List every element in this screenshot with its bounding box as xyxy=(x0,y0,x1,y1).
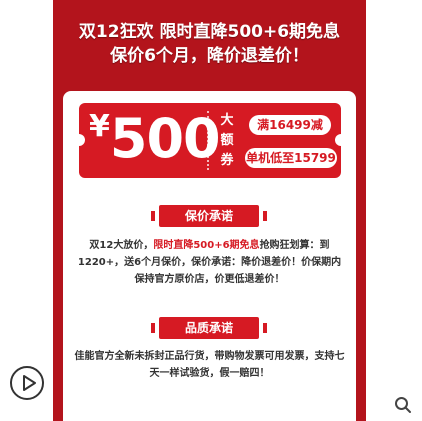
low-price-tag: 单机低至15799 xyxy=(245,148,337,168)
coupon-vertical-label: 大 额 券 xyxy=(219,111,235,171)
coupon-condition-tag: 满16499减 xyxy=(249,115,331,135)
price-guarantee-title: 保价承诺 xyxy=(151,205,267,227)
coupon-value: 500 xyxy=(109,107,221,170)
search-button[interactable] xyxy=(394,396,412,414)
coupon-amount: ¥500 xyxy=(89,107,221,170)
coupon-notch-left xyxy=(73,134,85,146)
coupon: ¥500 大 额 券 满16499减 单机低至15799 xyxy=(73,103,347,178)
coupon-vertical-char: 额 xyxy=(220,133,234,148)
currency-symbol: ¥ xyxy=(89,109,110,144)
play-button[interactable] xyxy=(10,366,44,400)
coupon-notch-right xyxy=(335,134,347,146)
coupon-vertical-char: 券 xyxy=(220,153,234,168)
headline-line-2: 保价6个月，降价退差价！ xyxy=(110,46,309,66)
price-guarantee-text: 双12大放价，限时直降500+6期免息抢购狂划算：到1220+，送6个月保价，保… xyxy=(73,237,346,288)
text-prefix: 双12大放价， xyxy=(89,240,154,251)
text-highlight: 限时直降500+6期免息 xyxy=(153,240,260,251)
promo-banner: 双12狂欢 限时直降500+6期免息 保价6个月，降价退差价！ ¥500 大 额… xyxy=(53,0,366,421)
promo-headline: 双12狂欢 限时直降500+6期免息 保价6个月，降价退差价！ xyxy=(53,20,366,68)
coupon-divider xyxy=(207,111,209,170)
search-icon xyxy=(395,397,411,413)
quality-guarantee-title: 品质承诺 xyxy=(151,317,267,339)
headline-line-1: 双12狂欢 限时直降500+6期免息 xyxy=(78,22,341,42)
promo-card: ¥500 大 额 券 满16499减 单机低至15799 保价承诺 双12大放价… xyxy=(63,91,356,421)
quality-guarantee-text: 佳能官方全新未拆封正品行货，带购物发票可用发票，支持七天一样试验货，假一赔四！ xyxy=(74,351,345,379)
play-icon xyxy=(23,375,36,391)
coupon-vertical-char: 大 xyxy=(220,113,234,128)
